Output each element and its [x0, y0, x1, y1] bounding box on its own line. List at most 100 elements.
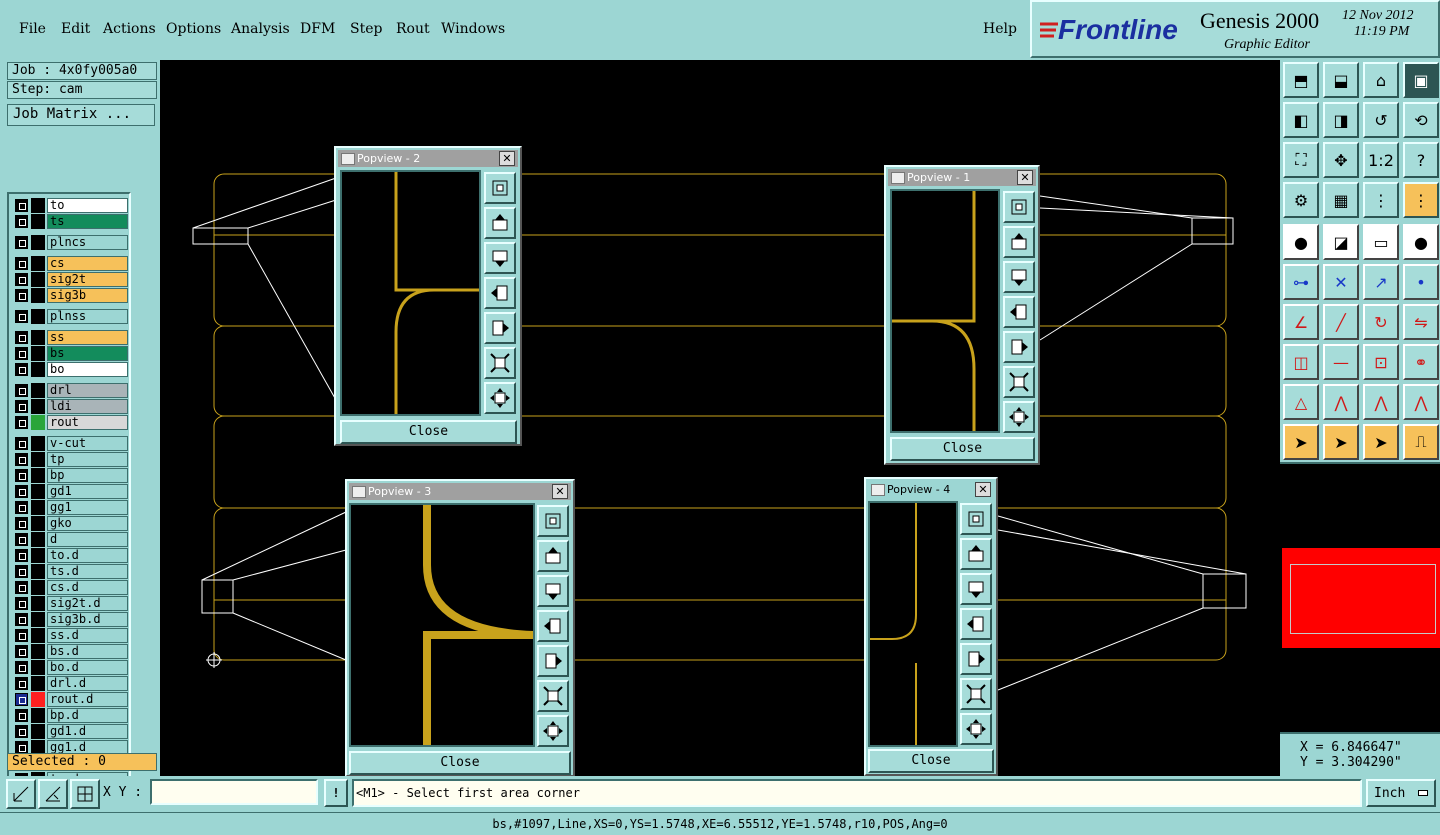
layer-color-swatch[interactable]: [31, 436, 45, 451]
layer-color-swatch[interactable]: [31, 198, 45, 213]
layer-color-swatch[interactable]: [31, 532, 45, 547]
arrow-button[interactable]: ↗: [1363, 264, 1399, 300]
layer-color-swatch[interactable]: [31, 516, 45, 531]
pan-right-button[interactable]: [484, 312, 516, 344]
scale-1-2-button[interactable]: 1:2: [1363, 142, 1399, 178]
connect-button[interactable]: ⊶: [1283, 264, 1319, 300]
layer-color-swatch[interactable]: [31, 564, 45, 579]
layer-row-plncs[interactable]: plncs: [13, 235, 128, 250]
layer-color-swatch[interactable]: [31, 330, 45, 345]
layer-color-swatch[interactable]: [31, 256, 45, 271]
layer-checkbox[interactable]: [15, 709, 28, 722]
layer-row-cs-d[interactable]: cs.d: [13, 580, 128, 595]
layer-checkbox[interactable]: [15, 273, 28, 286]
layer-name[interactable]: bo: [47, 362, 128, 377]
layer-checkbox[interactable]: [15, 533, 28, 546]
xy-input[interactable]: [150, 779, 318, 805]
fill-mode-button[interactable]: ◪: [1323, 224, 1359, 260]
snap-grid-button[interactable]: [6, 779, 36, 809]
layer-row-bo-d[interactable]: bo.d: [13, 660, 128, 675]
units-selector[interactable]: Inch: [1366, 779, 1436, 807]
pan-left-button[interactable]: [537, 610, 569, 642]
layer-row-rout[interactable]: rout: [13, 415, 128, 430]
pads-button[interactable]: ⚭: [1403, 344, 1439, 380]
pan-up-button[interactable]: [1003, 226, 1035, 258]
layer-name[interactable]: bs: [47, 346, 128, 361]
pan-down-button[interactable]: [484, 242, 516, 274]
layer-name[interactable]: drl.d: [47, 676, 128, 691]
zoom-in-button[interactable]: [484, 347, 516, 379]
pan-right-button[interactable]: [960, 643, 992, 675]
layer-color-swatch[interactable]: [31, 548, 45, 563]
angle-button[interactable]: ∠: [1283, 304, 1319, 340]
layer-checkbox[interactable]: [15, 549, 28, 562]
layer-color-swatch[interactable]: [31, 660, 45, 675]
pan-down-button[interactable]: [1003, 261, 1035, 293]
layer-checkbox[interactable]: [15, 485, 28, 498]
layer-row-v-cut[interactable]: v-cut: [13, 436, 128, 451]
layer-checkbox[interactable]: [15, 331, 28, 344]
menu-help[interactable]: Help: [983, 21, 1017, 37]
redraw-button[interactable]: ⟲: [1403, 102, 1439, 138]
layer-checkbox[interactable]: [15, 725, 28, 738]
layer-row-gko[interactable]: gko: [13, 516, 128, 531]
layer-color-swatch[interactable]: [31, 235, 45, 250]
popview-titlebar[interactable]: Popview - 1 ✕: [888, 169, 1036, 186]
layer-name[interactable]: to.d: [47, 548, 128, 563]
close-icon[interactable]: ✕: [1017, 170, 1033, 185]
zoom-in-button[interactable]: [537, 680, 569, 712]
pan-up-button[interactable]: [484, 207, 516, 239]
layer-row-ldi[interactable]: ldi: [13, 399, 128, 414]
zoom-window-button[interactable]: [960, 503, 992, 535]
circle-button[interactable]: ●: [1403, 224, 1439, 260]
pan-down-button[interactable]: [960, 573, 992, 605]
layer-color-swatch[interactable]: [31, 596, 45, 611]
layer-checkbox[interactable]: [15, 236, 28, 249]
layer-row-gd1-d[interactable]: gd1.d: [13, 724, 128, 739]
popview-canvas[interactable]: [349, 503, 535, 747]
layer-color-swatch[interactable]: [31, 415, 45, 430]
layer-row-ts-d[interactable]: ts.d: [13, 564, 128, 579]
popview-titlebar[interactable]: Popview - 4 ✕: [868, 481, 994, 498]
highlight-button[interactable]: ⋮: [1403, 182, 1439, 218]
menu-windows[interactable]: Windows: [441, 21, 505, 37]
layer-row-rout-d[interactable]: rout.d: [13, 692, 128, 707]
grid-button[interactable]: ▦: [1323, 182, 1359, 218]
layer-color-swatch[interactable]: [31, 346, 45, 361]
pan-down-button[interactable]: [537, 575, 569, 607]
layer-checkbox[interactable]: [15, 517, 28, 530]
layer-row-bp[interactable]: bp: [13, 468, 128, 483]
layer-checkbox[interactable]: [15, 581, 28, 594]
overview-window[interactable]: [1280, 462, 1440, 762]
layer-color-swatch[interactable]: [31, 214, 45, 229]
zoom-out-button[interactable]: [1003, 401, 1035, 433]
close-icon[interactable]: ✕: [499, 151, 515, 166]
ruler-button[interactable]: ▭: [1363, 224, 1399, 260]
layer-color-swatch[interactable]: [31, 468, 45, 483]
layer-name[interactable]: ss: [47, 330, 128, 345]
popview-close-button[interactable]: Close: [340, 420, 517, 444]
layer-down-button[interactable]: ⬓: [1323, 62, 1359, 98]
zoom-out-button[interactable]: [960, 713, 992, 745]
layer-color-swatch[interactable]: [31, 399, 45, 414]
pan-up-button[interactable]: [537, 540, 569, 572]
layer-row-sig3b[interactable]: sig3b: [13, 288, 128, 303]
zoom-in-button[interactable]: [1003, 366, 1035, 398]
menu-step[interactable]: Step: [350, 21, 382, 37]
layer-name[interactable]: gd1.d: [47, 724, 128, 739]
layer-checkbox[interactable]: [15, 693, 28, 706]
layer-row-d[interactable]: d: [13, 532, 128, 547]
layer-row-bp-d[interactable]: bp.d: [13, 708, 128, 723]
zoom-fit-button[interactable]: ⛶: [1283, 142, 1319, 178]
layer-row-ts[interactable]: ts: [13, 214, 128, 229]
zoom-out-button[interactable]: [484, 382, 516, 414]
layer-name[interactable]: plncs: [47, 235, 128, 250]
layer-name[interactable]: drl: [47, 383, 128, 398]
layer-name[interactable]: to: [47, 198, 128, 213]
layer-checkbox[interactable]: [15, 384, 28, 397]
pan-right-button[interactable]: [1003, 331, 1035, 363]
layer-name[interactable]: cs.d: [47, 580, 128, 595]
menu-options[interactable]: Options: [166, 21, 221, 37]
layer-color-swatch[interactable]: [31, 288, 45, 303]
layer-name[interactable]: v-cut: [47, 436, 128, 451]
